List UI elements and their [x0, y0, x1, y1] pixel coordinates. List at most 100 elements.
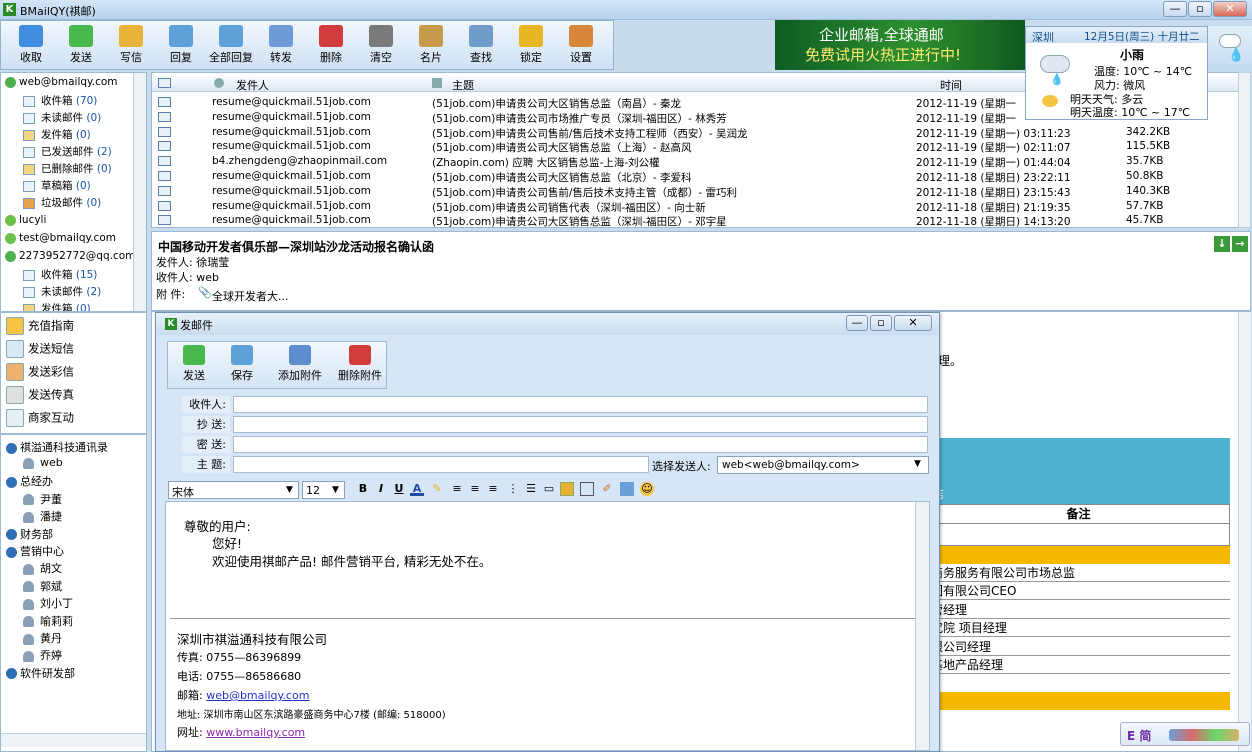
cc-input[interactable]	[233, 416, 928, 433]
folder-outbox[interactable]: 发件箱 (0)	[23, 301, 91, 311]
contact-item[interactable]: 乔婷	[23, 647, 62, 663]
folder-drafts[interactable]: 草稿箱 (0)	[23, 178, 91, 193]
folder-unread[interactable]: 未读邮件 (2)	[23, 284, 101, 299]
preview-attachment[interactable]: 全球开发者大...	[212, 288, 289, 304]
toolbar-reply-button[interactable]: 回复	[157, 25, 205, 67]
toolbar-trash-button[interactable]: 清空	[357, 25, 405, 67]
bold-icon[interactable]: B	[356, 482, 370, 496]
toolbar-send-button[interactable]: 发送	[57, 25, 105, 67]
weather-toggle[interactable]: 💧	[1208, 26, 1252, 70]
compose-maximize-button[interactable]: ▫	[870, 315, 892, 331]
compose-attach-button[interactable]: 添加附件	[272, 345, 328, 387]
toolbar-settings-button[interactable]: 设置	[557, 25, 605, 67]
table-row[interactable]: resume@quickmail.51job.com (51job.com)申请贵…	[152, 199, 1238, 214]
folder-deleted[interactable]: 已删除邮件 (0)	[23, 161, 112, 176]
toolbar-card-button[interactable]: 名片	[407, 25, 455, 67]
col-subject[interactable]: 主题	[452, 77, 474, 93]
toolbar-search-button[interactable]: 查找	[457, 25, 505, 67]
quick-sms[interactable]: 发送短信	[6, 340, 74, 358]
table-row[interactable]: resume@quickmail.51job.com (51job.com)申请贵…	[152, 213, 1238, 227]
font-select[interactable]: 宋体 ▼	[168, 481, 299, 499]
account-lucy[interactable]: lucyli	[5, 214, 46, 226]
ime-tools-icon[interactable]	[1169, 729, 1239, 741]
contact-group[interactable]: 软件研发部	[6, 665, 75, 681]
folder-inbox[interactable]: 收件箱 (15)	[23, 267, 97, 282]
toolbar-receive-button[interactable]: 收取	[7, 25, 55, 67]
toolbar-delete-button[interactable]: 删除	[307, 25, 355, 67]
folder-inbox[interactable]: 收件箱 (70)	[23, 93, 97, 108]
contact-item[interactable]: 胡文	[23, 560, 62, 576]
contact-book[interactable]: 祺溢通科技通讯录	[6, 439, 108, 455]
compose-minimize-button[interactable]: —	[846, 315, 868, 331]
arrow-down-icon[interactable]: ↓	[1214, 236, 1230, 252]
contact-item[interactable]: 潘捷	[23, 508, 62, 524]
sig-site-link[interactable]: www.bmailqy.com	[206, 726, 305, 739]
arrow-right-icon[interactable]: →	[1232, 236, 1248, 252]
italic-icon[interactable]: I	[374, 482, 388, 496]
quick-recharge[interactable]: 充值指南	[6, 317, 74, 335]
promo-banner[interactable]: 企业邮箱,全球通邮 免费试用火热正进行中!	[775, 20, 1025, 70]
sig-email-link[interactable]: web@bmailqy.com	[206, 689, 309, 702]
list-scrollbar[interactable]	[1238, 72, 1251, 228]
quick-fax[interactable]: 发送传真	[6, 386, 74, 404]
message-editor[interactable]: 尊敬的用户: 您好! 欢迎使用祺邮产品! 邮件营销平台, 精彩无处不在。 深圳市…	[165, 501, 930, 751]
contact-group[interactable]: 财务部	[6, 526, 53, 542]
compose-close-button[interactable]: ✕	[894, 315, 932, 331]
text-color-icon[interactable]: A	[410, 482, 424, 496]
emoticon-icon[interactable]: ☺	[640, 482, 654, 496]
numbered-list-icon[interactable]: ⋮	[506, 482, 520, 496]
quick-mms[interactable]: 发送彩信	[6, 363, 74, 381]
account-qq[interactable]: 2273952772@qq.com	[5, 250, 135, 262]
contact-item[interactable]: 喻莉莉	[23, 613, 73, 629]
sender-select[interactable]: web<web@bmailqy.com> ▼	[717, 456, 929, 474]
contact-item[interactable]: 刘小丁	[23, 595, 73, 611]
bcc-input[interactable]	[233, 436, 928, 453]
quick-merchant[interactable]: 商家互动	[6, 409, 74, 427]
compose-send-button[interactable]: 发送	[172, 345, 216, 387]
compose-save-button[interactable]: 保存	[220, 345, 264, 387]
contacts-h-scrollbar[interactable]	[1, 733, 146, 747]
contact-group[interactable]: 营销中心	[6, 543, 64, 559]
toolbar-compose-button[interactable]: 写信	[107, 25, 155, 67]
bullet-list-icon[interactable]: ☰	[524, 482, 538, 496]
align-left-icon[interactable]: ≡	[450, 482, 464, 496]
folder-unread[interactable]: 未读邮件 (0)	[23, 110, 101, 125]
size-select[interactable]: 12 ▼	[302, 481, 345, 499]
table-icon[interactable]	[580, 482, 594, 496]
col-time[interactable]: 时间	[940, 77, 962, 93]
maximize-button[interactable]: ▫	[1188, 1, 1212, 17]
align-right-icon[interactable]: ≡	[486, 482, 500, 496]
editor-scrollbar[interactable]	[915, 502, 929, 750]
folder-sent[interactable]: 已发送邮件 (2)	[23, 144, 112, 159]
toolbar-reply-all-button[interactable]: 全部回复	[207, 25, 255, 67]
underline-icon[interactable]: U	[392, 482, 406, 496]
contact-item[interactable]: web	[23, 456, 63, 469]
folder-outbox[interactable]: 发件箱 (0)	[23, 127, 91, 142]
contact-item[interactable]: 尹董	[23, 491, 62, 507]
compose-remove-attachment-button[interactable]: 删除附件	[332, 345, 388, 387]
contact-item[interactable]: 郭斌	[23, 578, 62, 594]
subject-input[interactable]	[233, 456, 649, 473]
contact-item[interactable]: 黄丹	[23, 630, 62, 646]
contact-group[interactable]: 总经办	[6, 473, 53, 489]
image-icon[interactable]	[560, 482, 574, 496]
account-test[interactable]: test@bmailqy.com	[5, 232, 116, 244]
table-row[interactable]: resume@quickmail.51job.com (51job.com)申请贵…	[152, 125, 1238, 140]
minimize-button[interactable]: —	[1163, 1, 1187, 17]
table-row[interactable]: resume@quickmail.51job.com (51job.com)申请贵…	[152, 169, 1238, 184]
account-web[interactable]: web@bmailqy.com	[5, 76, 118, 88]
close-button[interactable]: ✕	[1213, 1, 1247, 17]
brush-icon[interactable]: ✐	[600, 482, 614, 496]
col-from[interactable]: 发件人	[236, 77, 269, 93]
horizontal-rule-icon[interactable]: ▭	[542, 482, 556, 496]
content-scrollbar[interactable]	[1238, 312, 1251, 751]
ime-tray[interactable]: E 简	[1120, 722, 1250, 746]
to-input[interactable]	[233, 396, 928, 413]
highlight-icon[interactable]: ✎	[430, 482, 444, 496]
link-icon[interactable]	[620, 482, 634, 496]
table-row[interactable]: b4.zhengdeng@zhaopinmail.com (Zhaopin.com…	[152, 154, 1238, 169]
tree-scrollbar[interactable]	[133, 73, 146, 311]
table-row[interactable]: resume@quickmail.51job.com (51job.com)申请贵…	[152, 139, 1238, 154]
align-center-icon[interactable]: ≡	[468, 482, 482, 496]
folder-junk[interactable]: 垃圾邮件 (0)	[23, 195, 101, 210]
